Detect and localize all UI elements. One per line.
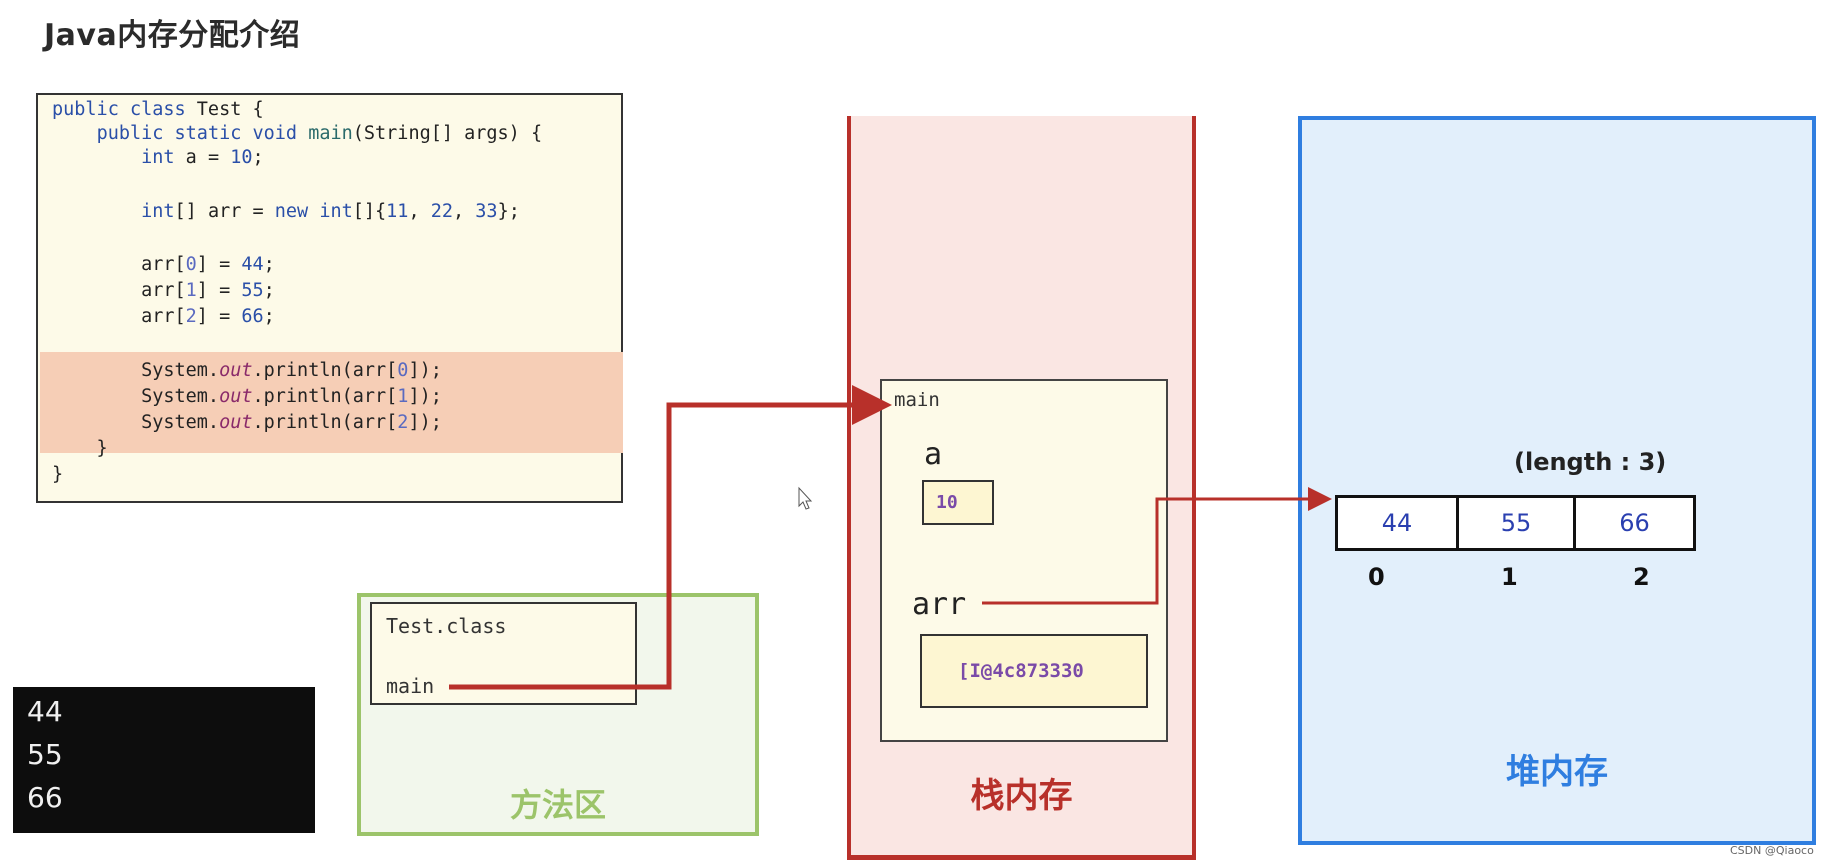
heap-memory-label: 堆内存	[1506, 752, 1608, 792]
heap-memory: 堆内存	[1298, 116, 1816, 845]
class-name: Test.class	[386, 614, 507, 638]
var-arr-box: [I@4c873330	[920, 634, 1148, 708]
mouse-cursor-icon	[798, 486, 813, 510]
method-area-label: 方法区	[509, 786, 606, 824]
code-line: public static void main(String[] args) {	[96, 123, 543, 144]
array-index: 0	[1368, 563, 1385, 591]
array-index: 2	[1633, 563, 1650, 591]
code-line: public class Test {	[52, 99, 264, 120]
class-box: Test.class main	[370, 602, 637, 705]
code-line: arr[1] = 55;	[52, 280, 275, 301]
code-line: System.out.println(arr[1]);	[52, 386, 442, 407]
console-line: 55	[27, 738, 63, 771]
code-line: System.out.println(arr[0]);	[52, 360, 442, 381]
var-a-value: 10	[936, 492, 958, 513]
console-line: 66	[27, 781, 63, 814]
code-line: arr[2] = 66;	[52, 306, 275, 327]
code-line: int a = 10;	[141, 147, 264, 168]
console-output: 44 55 66	[13, 687, 315, 833]
array-cell: 44	[1335, 495, 1459, 551]
stack-memory-label: 栈内存	[970, 776, 1073, 816]
main-stack-frame: main a 10 arr [I@4c873330	[880, 379, 1168, 742]
class-method: main	[386, 674, 435, 698]
code-line: }	[52, 464, 64, 485]
frame-name: main	[894, 389, 940, 411]
code-panel: public class Test { public static void m…	[36, 93, 623, 503]
console-line: 44	[27, 695, 63, 728]
var-arr-name: arr	[912, 587, 967, 622]
code-line: System.out.println(arr[2]);	[52, 412, 442, 433]
code-line: int[] arr = new int[]{11, 22, 33};	[141, 201, 520, 222]
array-length-label: (length : 3)	[1514, 448, 1667, 476]
var-a-box: 10	[922, 480, 994, 525]
watermark: CSDN @Qiaoco	[1730, 844, 1814, 857]
page-title: Java内存分配介绍	[44, 18, 301, 53]
code-line: }	[52, 438, 108, 459]
var-a-name: a	[924, 437, 943, 472]
var-arr-value: [I@4c873330	[958, 660, 1084, 682]
array-cell: 55	[1456, 495, 1576, 551]
code-line: arr[0] = 44;	[52, 254, 275, 275]
array-cell: 66	[1573, 495, 1696, 551]
array-index: 1	[1501, 563, 1518, 591]
